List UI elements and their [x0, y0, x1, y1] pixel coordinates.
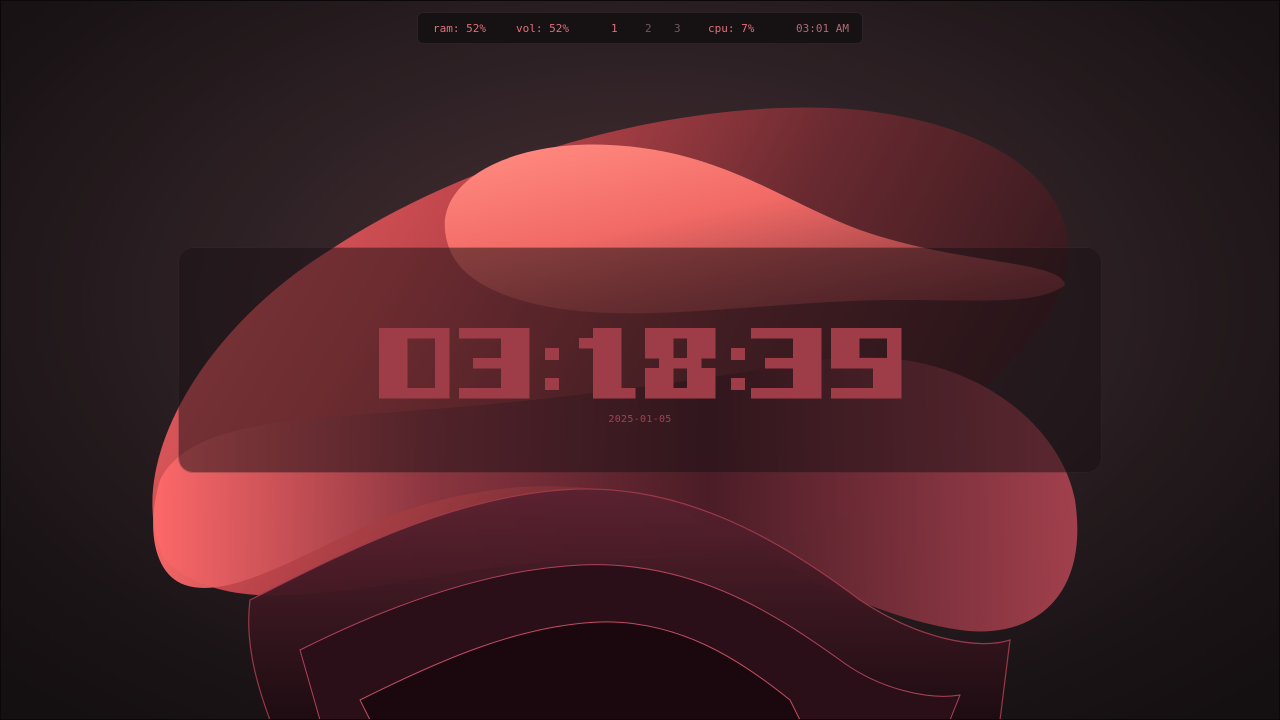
clock-digit: [379, 328, 450, 399]
volume-indicator[interactable]: vol: 52%: [516, 22, 569, 35]
clock-colon-dot: [731, 348, 745, 360]
clock-time-text: 03:18:39: [179, 318, 236, 322]
clock-digit: [831, 328, 902, 399]
cpu-usage-indicator[interactable]: cpu: 7%: [708, 22, 754, 35]
clock-digit: [459, 328, 530, 399]
clock-time-display: 03:18:39: [179, 318, 902, 399]
workspace-3-button[interactable]: 3: [674, 22, 681, 35]
clock-colon-dot: [545, 348, 559, 360]
clock-digit: [751, 328, 822, 399]
clock-colon-dot: [731, 378, 745, 390]
top-status-bar: ram: 52% vol: 52% 1 2 3 cpu: 7% 03:01 AM: [417, 12, 863, 44]
clock-digit: [579, 328, 636, 399]
clock-widget: 03:18:39 2025-01-05: [179, 248, 1101, 472]
workspace-2-button[interactable]: 2: [645, 22, 652, 35]
statusbar-clock[interactable]: 03:01 AM: [796, 22, 849, 35]
ram-usage-indicator[interactable]: ram: 52%: [433, 22, 486, 35]
clock-colon-dot: [545, 378, 559, 390]
clock-digit: [645, 328, 716, 399]
clock-date: 2025-01-05: [608, 414, 672, 425]
desktop: ram: 52% vol: 52% 1 2 3 cpu: 7% 03:01 AM…: [0, 0, 1280, 720]
workspace-1-button[interactable]: 1: [611, 22, 618, 35]
